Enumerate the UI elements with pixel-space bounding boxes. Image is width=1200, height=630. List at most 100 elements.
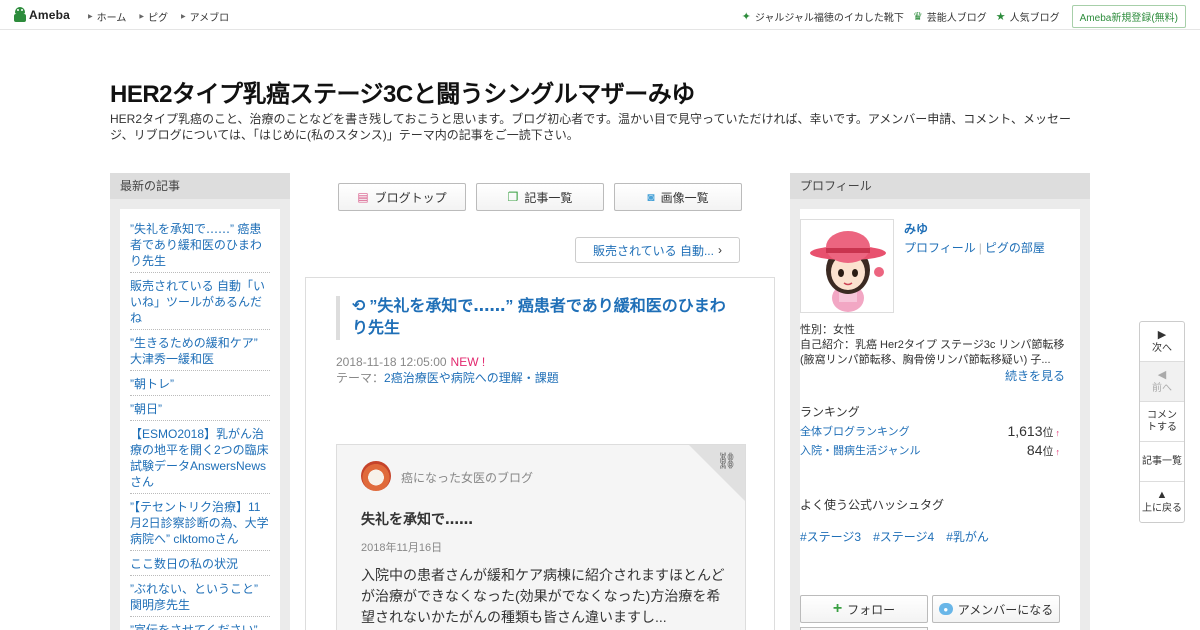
ranking-unit: 位 — [1042, 446, 1054, 458]
new-badge: NEW ! — [450, 355, 486, 369]
recent-entry-link[interactable]: 【ESMO2018】乳がん治療の地平を開く2つの臨床試験データAnswersNe… — [130, 424, 270, 494]
prev-entry-button[interactable]: ◀ 前へ — [1140, 362, 1184, 402]
avatar[interactable] — [800, 219, 894, 313]
source-blog-name: 癌になった女医のブログ — [401, 471, 534, 485]
celebrity-blog-label: 芸能人ブログ — [926, 13, 987, 24]
document-icon: ▤ — [357, 190, 369, 204]
chevron-right-icon: › — [717, 243, 722, 257]
next-label: 次へ — [1152, 342, 1172, 354]
recent-entry-link[interactable]: ”失礼を承知で‥‥‥” 癌患者であり緩和医のひまわり先生 — [130, 219, 270, 273]
celebrity-blog-link[interactable]: ♛ 芸能人ブログ — [913, 9, 987, 24]
profile-name[interactable]: みゆ — [904, 220, 928, 237]
triangle-left-icon: ◀ — [1157, 368, 1167, 381]
follow-actions: + フォロー ● アメンバーになる — [800, 595, 1064, 623]
comment-label: コメントする — [1147, 409, 1177, 433]
nav-pigg-label: ピグ — [147, 13, 168, 24]
hashtag-heading: よく使う公式ハッシュタグ — [800, 498, 945, 512]
next-entry-link[interactable]: 販売されている 自動... › — [575, 237, 740, 263]
header-links: ✦ ジャルジャル福徳のイカした靴下 ♛ 芸能人ブログ ★ 人気ブログ Ameba新規登… — [733, 5, 1186, 28]
star-icon: ★ — [995, 11, 1006, 23]
article: ⟲ ”失礼を承知で‥‥‥” 癌患者であり緩和医のひまわり先生 2018-11-18… — [305, 277, 775, 630]
chevron-right-icon: ▶ — [180, 14, 186, 20]
recent-entries-heading: 最新の記事 — [110, 173, 290, 199]
blog-title[interactable]: HER2タイプ乳癌ステージ3Cと闘うシングルマザーみゆ — [110, 74, 695, 109]
global-header: Ameba ▶ ホーム ▶ ピグ ▶ アメブロ ✦ ジャルジャル福徳のイカした靴下 ♛ 芸… — [0, 0, 1200, 30]
nav-ameblo-label: アメブロ — [189, 13, 230, 24]
ranking-heading: ランキング — [800, 405, 860, 419]
amember-icon: ● — [938, 603, 953, 615]
amember-button[interactable]: ● アメンバーになる — [932, 595, 1060, 623]
recent-entry-link[interactable]: ”朝トレ” — [130, 374, 270, 396]
source-entry-excerpt: 入院中の患者さんが緩和ケア病棟に紹介されますほとんどが治療ができなくなった(効果… — [361, 567, 725, 625]
source-entry-date: 2018年11月16日 — [361, 542, 443, 554]
recent-entry-link[interactable]: ここ数日の私の状況 — [130, 554, 270, 576]
recent-entry-link[interactable]: ”宣伝をさせてください” 広島大学病院 乳腺外科 — [130, 620, 270, 630]
hashtag-link[interactable]: #乳がん — [946, 528, 989, 545]
separator: | — [978, 241, 982, 255]
register-button[interactable]: Ameba新規登録(無料) — [1071, 5, 1186, 28]
next-entry-label: 販売されている 自動... — [593, 243, 714, 258]
back-to-top-button[interactable]: ▲ 上に戻る — [1140, 482, 1184, 522]
crown-icon: ♛ — [912, 11, 923, 23]
popular-blog-link[interactable]: ★ 人気ブログ — [996, 9, 1060, 24]
entry-list-button[interactable]: ❐ 記事一覧 — [476, 183, 604, 211]
logo-text: Ameba — [29, 8, 71, 22]
arrow-up-icon: ↑ — [1055, 447, 1061, 457]
pigg-room-link[interactable]: ピグの部屋 — [985, 241, 1045, 255]
article-meta: 2018-11-18 12:05:00 NEW ! テーマ：2癌治療医や病院への理… — [336, 354, 559, 386]
global-nav: ▶ ホーム ▶ ピグ ▶ アメブロ — [88, 9, 242, 24]
copy-icon: ❐ — [507, 190, 519, 204]
hashtag-link[interactable]: #ステージ4 — [873, 528, 934, 545]
ranking-number: 84 — [1026, 442, 1043, 458]
recent-entries-list: ”失礼を承知で‥‥‥” 癌患者であり緩和医のひまわり先生 販売されている 自動「… — [120, 209, 280, 630]
ranking-row-genre: 入院・闘病生活ジャンル 84位 ↑ — [800, 442, 1060, 459]
read-more-link[interactable]: 続きを見る — [1005, 367, 1065, 384]
triangle-up-icon: ▲ — [1156, 489, 1168, 501]
ranking-number: 1,613 — [1007, 423, 1043, 439]
ranking-label[interactable]: 入院・闘病生活ジャンル — [800, 442, 920, 459]
entry-list-label: 記事一覧 — [524, 190, 573, 205]
recent-entry-link[interactable]: ”生きるための緩和ケア” 大津秀一緩和医 — [130, 333, 270, 371]
floating-nav: ▶ 次へ ◀ 前へ コメントする 記事一覧 ▲ 上に戻る — [1139, 321, 1185, 523]
comment-button[interactable]: コメントする — [1140, 402, 1184, 442]
popular-blog-label: 人気ブログ — [1009, 13, 1060, 24]
recent-entry-link[interactable]: 販売されている 自動「いいね」ツールがあるんだね — [130, 276, 270, 330]
next-entry-button[interactable]: ▶ 次へ — [1140, 322, 1184, 362]
blog-top-button[interactable]: ▤ ブログトップ — [338, 183, 466, 211]
back-to-top-label: 上に戻る — [1142, 503, 1182, 514]
amember-label: アメンバーになる — [957, 602, 1054, 617]
profile-heading: プロフィール — [790, 173, 1090, 199]
recent-entry-link[interactable]: ”【テセントリク治療】11月2日診察診断の為、大学病院へ” clktomoさん — [130, 497, 270, 551]
nav-pigg[interactable]: ▶ ピグ — [139, 9, 168, 24]
blog-nav-buttons: ▤ ブログトップ ❐ 記事一覧 ◙ 画像一覧 — [338, 183, 752, 211]
recent-entry-link[interactable]: ”ぶれない、ということ” 関明彦先生 — [130, 579, 270, 617]
ranking-unit: 位 — [1042, 427, 1054, 439]
nav-home-label: ホーム — [96, 13, 127, 24]
hashtag-link[interactable]: #ステージ3 — [800, 528, 861, 545]
image-list-button[interactable]: ◙ 画像一覧 — [614, 183, 742, 211]
recent-entry-link[interactable]: ”朝日” — [130, 399, 270, 421]
featured-link[interactable]: ✦ ジャルジャル福徳のイカした靴下 — [742, 9, 904, 24]
reblog-card[interactable]: ⛓ 癌になった女医のブログ 失礼を承知で‥‥‥ 2018年11月16日 入院中の… — [336, 444, 746, 630]
entry-list-side-button[interactable]: 記事一覧 — [1140, 442, 1184, 482]
article-datetime: 2018-11-18 12:05:00 — [336, 355, 447, 369]
theme-link[interactable]: 2癌治療医や病院への理解・課題 — [384, 371, 559, 385]
ameba-logo-icon — [13, 7, 27, 23]
camera-icon: ◙ — [647, 190, 655, 204]
ranking-label[interactable]: 全体ブログランキング — [800, 423, 910, 440]
profile-links: プロフィール | ピグの部屋 — [904, 239, 1045, 256]
avatar-illustration — [810, 231, 886, 312]
image-list-label: 画像一覧 — [660, 190, 709, 205]
article-title-text: ”失礼を承知で‥‥‥” 癌患者であり緩和医のひまわり先生 — [352, 298, 726, 337]
nav-home[interactable]: ▶ ホーム — [88, 9, 126, 24]
ameba-logo[interactable]: Ameba — [13, 6, 70, 24]
nav-ameblo[interactable]: ▶ アメブロ — [181, 9, 229, 24]
profile-link[interactable]: プロフィール — [904, 241, 976, 255]
ranking-row-overall: 全体ブログランキング 1,613位 ↑ — [800, 423, 1060, 440]
triangle-right-icon: ▶ — [1157, 328, 1167, 341]
follow-label: フォロー — [847, 602, 896, 617]
blog-top-label: ブログトップ — [374, 190, 447, 205]
source-blog-avatar — [361, 461, 391, 491]
follow-button[interactable]: + フォロー — [800, 595, 928, 623]
article-title[interactable]: ⟲ ”失礼を承知で‥‥‥” 癌患者であり緩和医のひまわり先生 — [336, 296, 736, 340]
